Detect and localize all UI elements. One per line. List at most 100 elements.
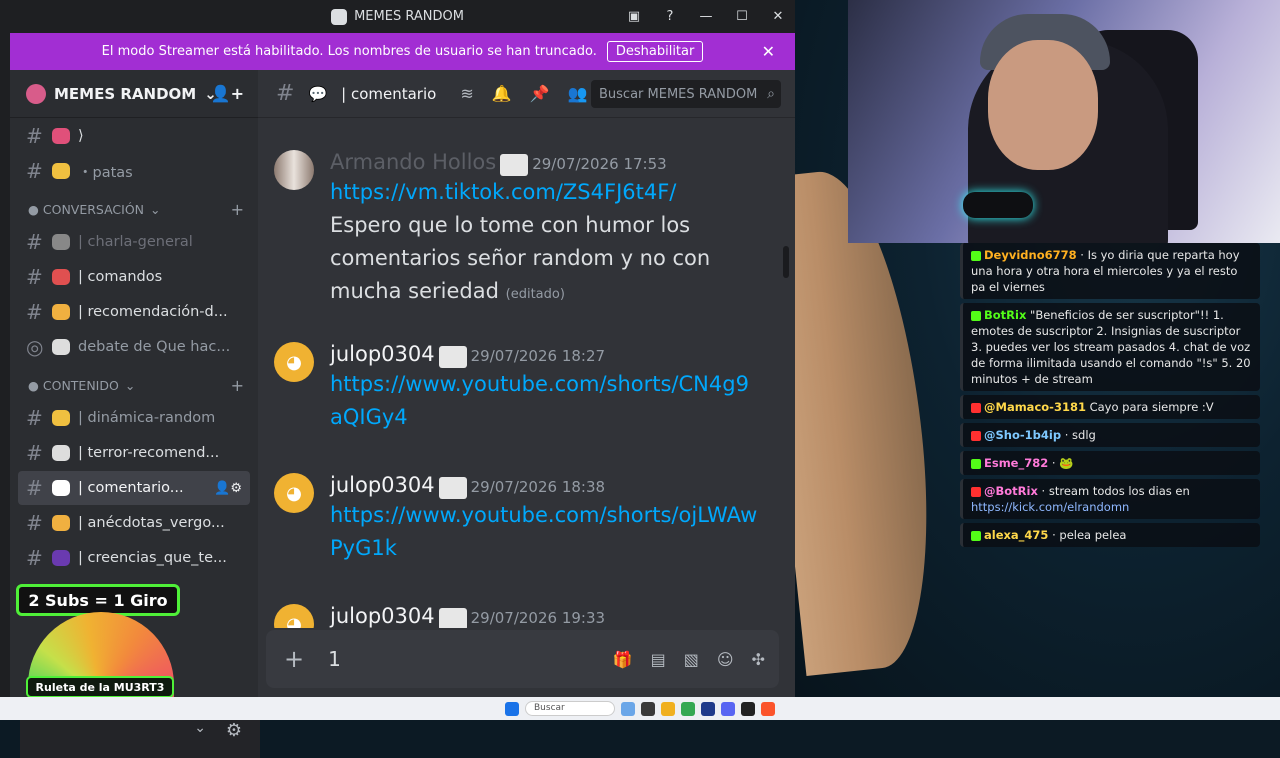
channel-item[interactable]: # | anécdotas_vergo... bbox=[18, 506, 250, 540]
add-channel-icon[interactable]: + bbox=[231, 376, 244, 395]
chat-area: # 💬 | comentario ≋ 🔔 📌 👥 Buscar MEMES RA… bbox=[258, 70, 795, 697]
sticker-icon[interactable]: ▧ bbox=[684, 650, 699, 669]
category-contenido[interactable]: ● CONTENIDO ⌄ + bbox=[10, 370, 258, 400]
chrome-icon[interactable] bbox=[681, 701, 695, 716]
title-bar: MEMES RANDOM ▣ ? — ☐ ✕ bbox=[0, 0, 795, 33]
channel-item-active[interactable]: # | comentario... 👤⚙ bbox=[18, 471, 250, 505]
channel-item[interactable]: # | terror-recomend... bbox=[18, 436, 250, 470]
server-header[interactable]: MEMES RANDOM ⌄ 👤+ bbox=[10, 70, 258, 118]
maximize-button[interactable]: ☐ bbox=[733, 9, 751, 24]
pin-icon[interactable]: 📌 bbox=[530, 84, 550, 103]
inbox-icon[interactable]: ▣ bbox=[625, 9, 643, 24]
channel-emoji-icon bbox=[52, 128, 70, 144]
discord-logo-icon: ◕ bbox=[286, 482, 302, 504]
hash-icon: # bbox=[26, 300, 43, 324]
members-icon[interactable]: 👥 bbox=[568, 84, 588, 103]
obs-icon[interactable] bbox=[741, 701, 755, 716]
channel-item[interactable]: # ⟩ bbox=[18, 119, 250, 153]
kick-badge-icon bbox=[971, 458, 981, 469]
threads-icon[interactable]: ≋ bbox=[460, 84, 473, 103]
server-icon bbox=[26, 83, 46, 104]
channel-emoji-icon bbox=[52, 480, 70, 496]
chat-user[interactable]: @Mamaco-3181 bbox=[984, 400, 1086, 414]
discord-logo-icon bbox=[331, 8, 348, 25]
channel-item[interactable]: ◎ debate de Que hac... bbox=[18, 330, 250, 364]
chat-link[interactable]: https://kick.com/elrandomn bbox=[971, 500, 1129, 514]
upload-plus-icon[interactable]: + bbox=[284, 645, 304, 673]
chat-user[interactable]: @BotRix bbox=[984, 484, 1038, 498]
message-link[interactable]: https://www.youtube.com/shorts/CN4g9aQIG… bbox=[330, 368, 760, 434]
channel-item[interactable]: # | charla-general bbox=[18, 225, 250, 259]
channel-name: ・patas bbox=[78, 164, 133, 181]
avatar[interactable]: ◕ bbox=[274, 473, 314, 513]
message-link[interactable]: https://vm.tiktok.com/ZS4FJ6t4F/ bbox=[330, 176, 764, 209]
gear-icon[interactable]: ⚙ bbox=[226, 720, 242, 741]
hash-icon: # bbox=[26, 511, 43, 535]
avatar[interactable]: ◕ bbox=[274, 342, 314, 382]
chat-message: @Sho-1b4ip · sdlg bbox=[960, 423, 1260, 447]
channel-name: | recomendación-d... bbox=[78, 304, 228, 320]
chat-user[interactable]: @Sho-1b4ip bbox=[984, 428, 1061, 442]
apps-icon[interactable]: ✣ bbox=[752, 650, 765, 669]
username[interactable]: julop0304 bbox=[330, 473, 435, 497]
bell-icon[interactable]: 🔔 bbox=[492, 84, 512, 103]
timestamp: 29/07/2026 18:27 bbox=[470, 347, 606, 365]
channel-settings-icon[interactable]: 👤⚙ bbox=[214, 481, 242, 496]
message-composer[interactable]: + 1 🎁 ▤ ▧ ☺ ✣ bbox=[266, 630, 779, 688]
chat-user[interactable]: alexa_475 bbox=[984, 528, 1048, 542]
username[interactable]: julop0304 bbox=[330, 342, 435, 366]
discord-icon[interactable] bbox=[721, 701, 735, 716]
minimize-button[interactable]: — bbox=[697, 9, 715, 24]
kick-badge-icon bbox=[971, 250, 981, 261]
start-icon[interactable] bbox=[505, 701, 519, 716]
chat-user[interactable]: BotRix bbox=[984, 308, 1026, 322]
app-icon[interactable] bbox=[621, 701, 635, 716]
close-button[interactable]: ✕ bbox=[769, 9, 787, 24]
channel-name: | terror-recomend... bbox=[78, 445, 220, 461]
photoshop-icon[interactable] bbox=[701, 701, 715, 716]
gif-icon[interactable]: ▤ bbox=[651, 650, 666, 669]
invite-icon[interactable]: 👤+ bbox=[211, 84, 244, 103]
gift-icon[interactable]: 🎁 bbox=[613, 650, 633, 669]
hash-icon: # bbox=[26, 406, 43, 430]
disable-button[interactable]: Deshabilitar bbox=[606, 41, 704, 62]
channel-emoji-icon bbox=[52, 445, 70, 461]
help-icon[interactable]: ? bbox=[661, 9, 679, 24]
message-input[interactable]: 1 bbox=[328, 647, 341, 671]
message-link[interactable]: https://www.youtube.com/shorts/ojLWAwPyG… bbox=[330, 499, 760, 565]
chat-user[interactable]: Deyvidno6778 bbox=[984, 248, 1077, 262]
search-icon: ⌕ bbox=[767, 86, 775, 102]
chevron-down-icon[interactable]: ⌄ bbox=[194, 720, 206, 736]
avatar[interactable] bbox=[274, 150, 314, 190]
channel-item[interactable]: # | dinámica-random bbox=[18, 401, 250, 435]
username[interactable]: julop0304 bbox=[330, 604, 435, 628]
search-input[interactable]: Buscar MEMES RANDOM ⌕ bbox=[591, 80, 781, 108]
speech-bubble-icon: 💬 bbox=[308, 84, 328, 103]
scrollbar[interactable] bbox=[783, 246, 789, 278]
folder-icon[interactable] bbox=[661, 701, 675, 716]
webcam-overlay bbox=[848, 0, 1280, 243]
hash-icon: # bbox=[26, 230, 43, 254]
category-conversacion[interactable]: ● CONVERSACIÓN ⌄ + bbox=[10, 194, 258, 224]
brave-icon[interactable] bbox=[761, 701, 775, 716]
chat-user[interactable]: Esme_782 bbox=[984, 456, 1048, 470]
close-banner-icon[interactable]: ✕ bbox=[762, 42, 775, 61]
channel-item[interactable]: # ・patas bbox=[18, 154, 250, 188]
channel-item[interactable]: # | recomendación-d... bbox=[18, 295, 250, 329]
add-channel-icon[interactable]: + bbox=[231, 200, 244, 219]
channel-emoji-icon bbox=[52, 515, 70, 531]
avatar[interactable]: ◕ bbox=[274, 604, 314, 628]
app-icon[interactable] bbox=[641, 701, 655, 716]
channel-name: | creencias_que_te... bbox=[78, 550, 227, 566]
message: ◕ julop0304 29/07/2026 18:27 https://www.… bbox=[274, 342, 764, 434]
taskbar-search[interactable]: Buscar bbox=[525, 701, 615, 716]
channel-name: | dinámica-random bbox=[78, 410, 216, 426]
youtube-icon bbox=[971, 486, 981, 497]
channel-header: # 💬 | comentario ≋ 🔔 📌 👥 Buscar MEMES RA… bbox=[258, 70, 795, 118]
username[interactable]: Armando Hollos bbox=[330, 150, 496, 174]
channel-item[interactable]: # | comandos bbox=[18, 260, 250, 294]
channel-emoji-icon bbox=[52, 550, 70, 566]
hash-icon: # bbox=[26, 159, 43, 183]
channel-item[interactable]: # | creencias_que_te... bbox=[18, 541, 250, 575]
emoji-icon[interactable]: ☺ bbox=[717, 650, 734, 669]
